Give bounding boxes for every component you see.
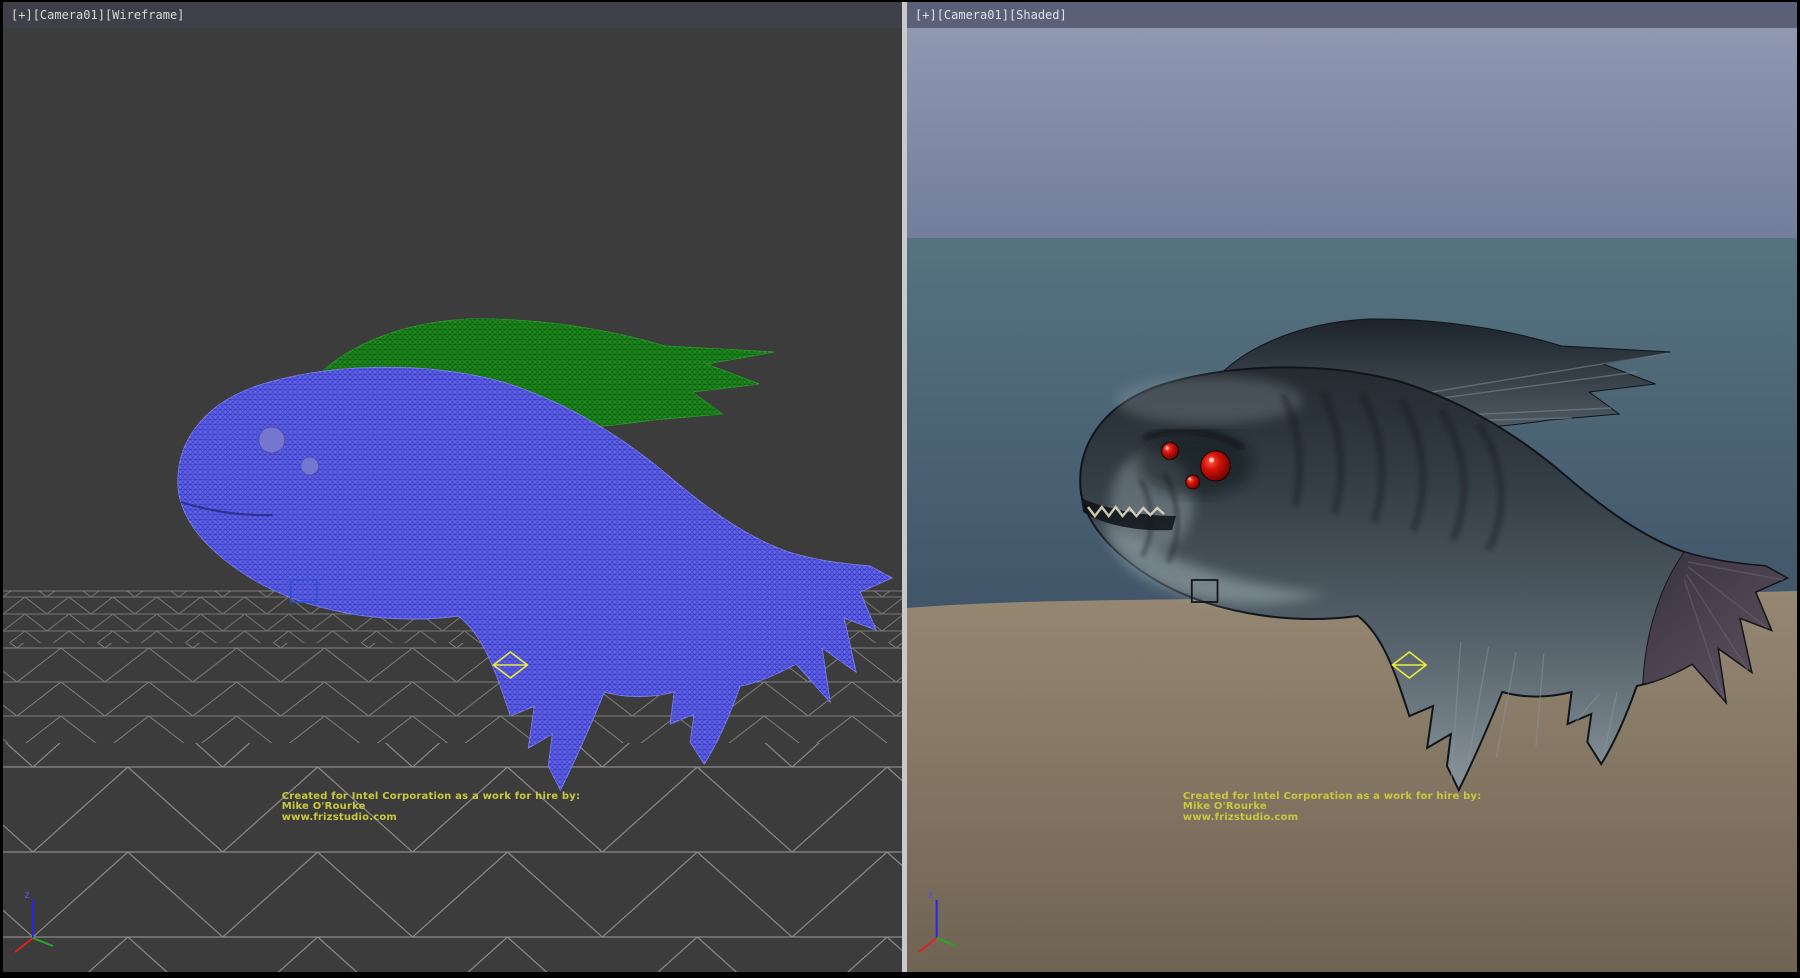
viewport-wireframe[interactable]: z [+][Camera01][Wireframe] Created for I…: [3, 2, 902, 972]
viewport-menu-button[interactable]: [+]: [915, 8, 937, 22]
camera-label[interactable]: [Camera01]: [937, 8, 1009, 22]
credits-line: www.frizstudio.com: [1183, 813, 1482, 824]
fish-eye: [1162, 443, 1179, 460]
credits-line: Mike O'Rourke: [282, 802, 581, 813]
viewport-area: z [+][Camera01][Wireframe] Created for I…: [0, 0, 1800, 978]
shading-mode-label[interactable]: [Shaded]: [1009, 8, 1067, 22]
viewport-header: [+][Camera01][Wireframe]: [3, 2, 902, 28]
fish-eye: [301, 457, 319, 475]
fish-eye: [1201, 451, 1231, 481]
credits-line: www.frizstudio.com: [282, 813, 581, 824]
fish-eye: [259, 427, 285, 453]
viewport-shaded[interactable]: z [+][Camera01][Shaded] Created for Inte…: [907, 2, 1797, 972]
camera-label[interactable]: [Camera01]: [33, 8, 105, 22]
credits-watermark: Created for Intel Corporation as a work …: [1183, 792, 1482, 824]
z-axis-label: z: [24, 890, 30, 901]
wireframe-scene: z: [3, 2, 902, 972]
sky-background: [907, 2, 1797, 242]
shading-mode-label[interactable]: [Wireframe]: [105, 8, 184, 22]
credits-watermark: Created for Intel Corporation as a work …: [282, 792, 581, 824]
credits-line: Mike O'Rourke: [1183, 802, 1482, 813]
shaded-scene: z: [907, 2, 1797, 972]
viewport-header: [+][Camera01][Shaded]: [907, 2, 1797, 28]
viewport-menu-button[interactable]: [+]: [11, 8, 33, 22]
fish-eye: [1186, 475, 1200, 489]
z-axis-label: z: [928, 890, 934, 901]
